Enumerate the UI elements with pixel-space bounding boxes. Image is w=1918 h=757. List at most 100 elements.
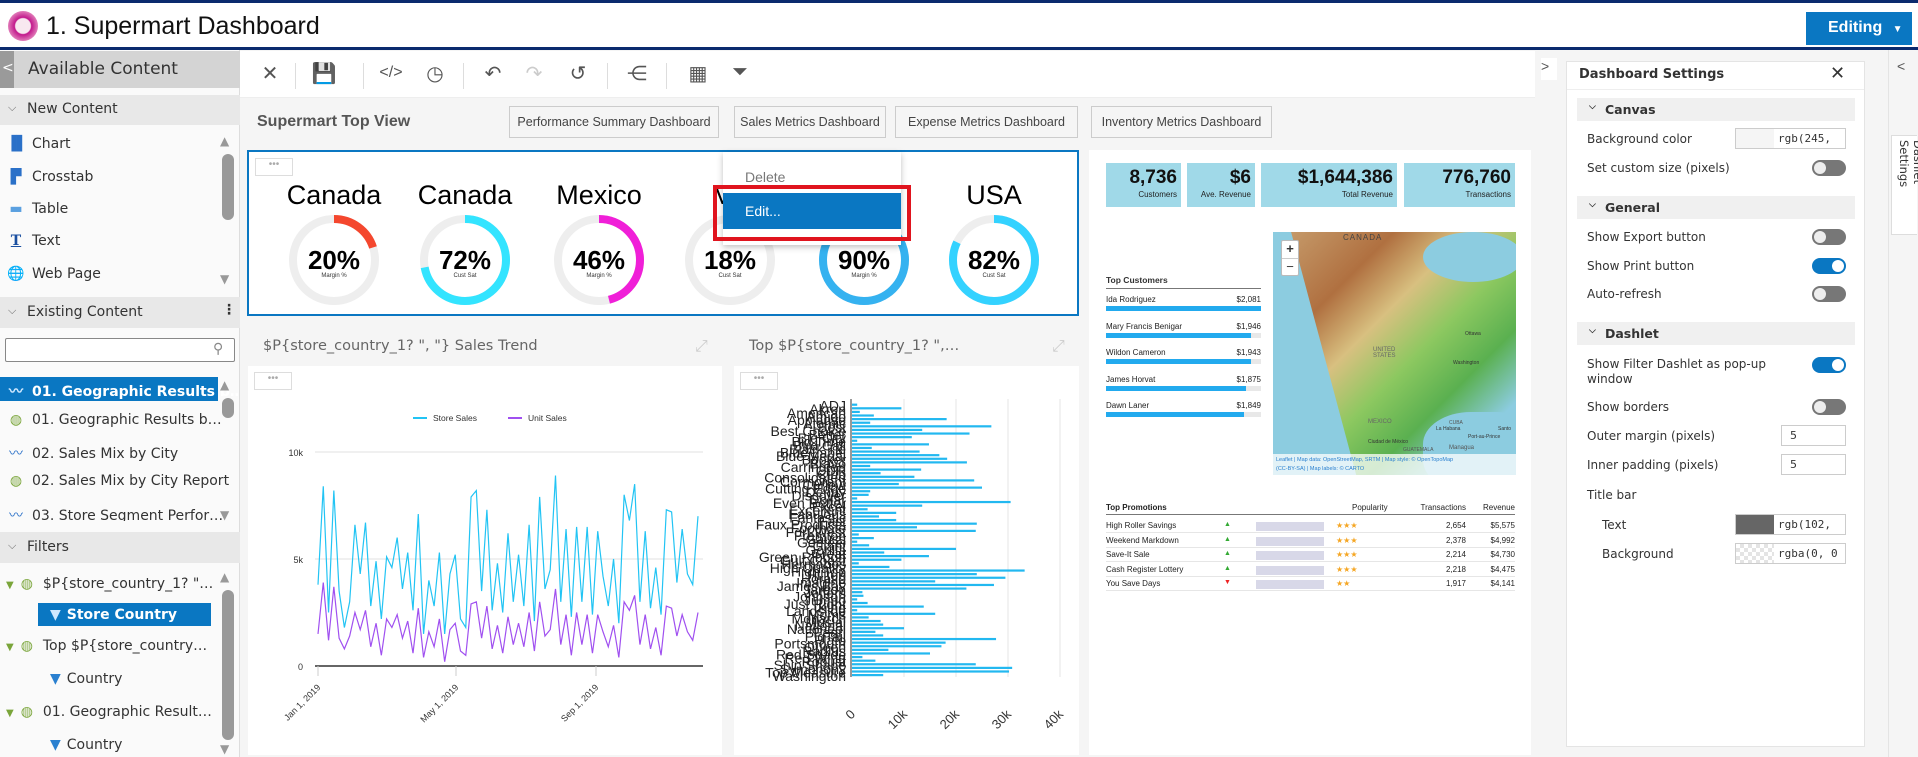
grid-icon[interactable]: ▦ (684, 61, 712, 86)
close-icon[interactable]: ✕ (256, 61, 284, 86)
bar[interactable] (852, 450, 920, 453)
bar[interactable] (852, 482, 899, 486)
bar[interactable] (852, 454, 940, 457)
bar[interactable] (852, 508, 868, 511)
filter-popup-toggle[interactable] (1812, 357, 1846, 373)
bar[interactable] (852, 490, 871, 493)
bar[interactable] (852, 609, 858, 612)
color-swatch[interactable] (1736, 129, 1774, 148)
bar[interactable] (852, 428, 923, 432)
map[interactable]: CANADA UNITED STATES MEXICO Ottawa Washi… (1273, 232, 1516, 475)
scroll-up-arrow[interactable]: ▲ (220, 570, 229, 584)
scroll-down-arrow[interactable]: ▼ (220, 272, 229, 286)
attribution-line[interactable]: Leaflet | Map data: OpenStreetMap, SRTM … (1276, 456, 1513, 465)
existing-content-header[interactable]: ⌵ Existing Content ⋮ (0, 297, 240, 328)
bar[interactable] (852, 616, 869, 619)
bar[interactable] (852, 436, 912, 439)
scrollbar-thumb[interactable] (222, 398, 234, 418)
bar[interactable] (852, 655, 863, 659)
filter-item[interactable]: ▼ Country (50, 671, 122, 687)
bar[interactable] (852, 421, 871, 424)
bar[interactable] (852, 418, 947, 421)
filter-item[interactable]: ▼ Country (50, 737, 122, 753)
canvas-section-header[interactable]: ⌵ Canvas (1577, 98, 1855, 121)
bar[interactable] (852, 547, 956, 551)
save-icon[interactable]: 💾 (310, 61, 338, 86)
bar[interactable] (852, 576, 1006, 579)
bar[interactable] (852, 540, 858, 543)
existing-item[interactable]: ◍ 01. Geographic Results b… (6, 412, 222, 428)
bar[interactable] (852, 468, 922, 471)
inner-padding-input[interactable]: 5 (1781, 454, 1846, 475)
bar[interactable] (852, 551, 885, 554)
dashlet-section-header[interactable]: ⌵ Dashlet (1577, 322, 1855, 345)
menu-item-delete[interactable]: Delete (745, 169, 785, 185)
performance-summary-button[interactable]: Performance Summary Dashboard (509, 106, 719, 138)
maximize-icon[interactable]: ⤢ (695, 338, 708, 356)
new-content-header[interactable]: ⌵ New Content (0, 95, 240, 125)
filter-group[interactable]: ▼ ◍ $P{store_country_1? "… (6, 576, 213, 592)
bar[interactable] (852, 623, 884, 626)
bar[interactable] (852, 630, 876, 633)
more-options-icon[interactable]: ⋮ (222, 302, 236, 318)
outer-margin-input[interactable]: 5 (1781, 425, 1846, 446)
scroll-up-arrow[interactable]: ▲ (220, 134, 229, 148)
bar[interactable] (852, 594, 864, 597)
bar[interactable] (852, 518, 897, 522)
bar[interactable] (852, 533, 859, 536)
bar[interactable] (852, 443, 929, 446)
dashlet-menu-button[interactable]: ••• (255, 158, 293, 176)
bar[interactable] (852, 598, 858, 601)
title-text-color-input[interactable]: rgb(102, (1735, 514, 1846, 535)
bar[interactable] (852, 526, 917, 529)
undo-icon[interactable]: ↶ (479, 61, 507, 86)
bar[interactable] (852, 446, 872, 450)
bar[interactable] (852, 461, 967, 464)
bar[interactable] (852, 555, 929, 558)
bar[interactable] (852, 601, 868, 605)
bar[interactable] (852, 425, 992, 428)
new-crosstab-item[interactable]: ▛ Crosstab (6, 169, 94, 185)
code-icon[interactable]: </> (377, 64, 405, 82)
expense-metrics-button[interactable]: Expense Metrics Dashboard (895, 106, 1078, 138)
scroll-down-arrow[interactable]: ▼ (220, 508, 229, 522)
bar[interactable] (852, 637, 997, 641)
bar[interactable] (852, 634, 884, 637)
maximize-icon[interactable]: ⤢ (1052, 338, 1065, 356)
bar[interactable] (852, 565, 890, 569)
bar[interactable] (852, 536, 874, 540)
bar[interactable] (852, 663, 976, 666)
zoom-out-button[interactable]: − (1282, 259, 1298, 276)
sales-metrics-button[interactable]: Sales Metrics Dashboard (734, 106, 886, 138)
bar[interactable] (852, 562, 859, 565)
bar[interactable] (852, 475, 915, 478)
bar[interactable] (852, 659, 876, 662)
bar[interactable] (852, 403, 858, 406)
zoom-in-button[interactable]: + (1282, 241, 1298, 259)
map-attribution[interactable]: Leaflet | Map data: OpenStreetMap, SRTM … (1273, 454, 1516, 475)
bar[interactable] (852, 544, 870, 547)
bar[interactable] (852, 515, 880, 518)
custom-size-toggle[interactable] (1812, 160, 1846, 176)
hierarchy-icon[interactable]: ⋲ (623, 61, 651, 86)
bar[interactable] (852, 472, 881, 475)
scrollbar-thumb[interactable] (222, 590, 234, 740)
bar[interactable] (852, 464, 871, 468)
bar[interactable] (852, 407, 902, 410)
bar[interactable] (852, 652, 930, 655)
new-webpage-item[interactable]: 🌐 Web Page (6, 266, 101, 282)
revert-icon[interactable]: ↺ (564, 61, 592, 86)
existing-item[interactable]: ◍ 02. Sales Mix by City Report (6, 473, 229, 489)
bar[interactable] (852, 500, 1011, 504)
bar[interactable] (852, 673, 884, 677)
new-text-item[interactable]: T Text (6, 233, 61, 249)
existing-item[interactable]: 〰 02. Sales Mix by City (6, 443, 178, 463)
bar[interactable] (852, 493, 869, 496)
bar[interactable] (852, 580, 936, 583)
close-icon[interactable]: ✕ (1830, 63, 1845, 84)
existing-item[interactable]: 〰 01. Geographic Results b… (6, 381, 244, 401)
general-section-header[interactable]: ⌵ General (1577, 196, 1855, 219)
bar[interactable] (852, 504, 923, 507)
bar[interactable] (852, 627, 904, 630)
clock-icon[interactable]: ◷ (421, 61, 449, 86)
